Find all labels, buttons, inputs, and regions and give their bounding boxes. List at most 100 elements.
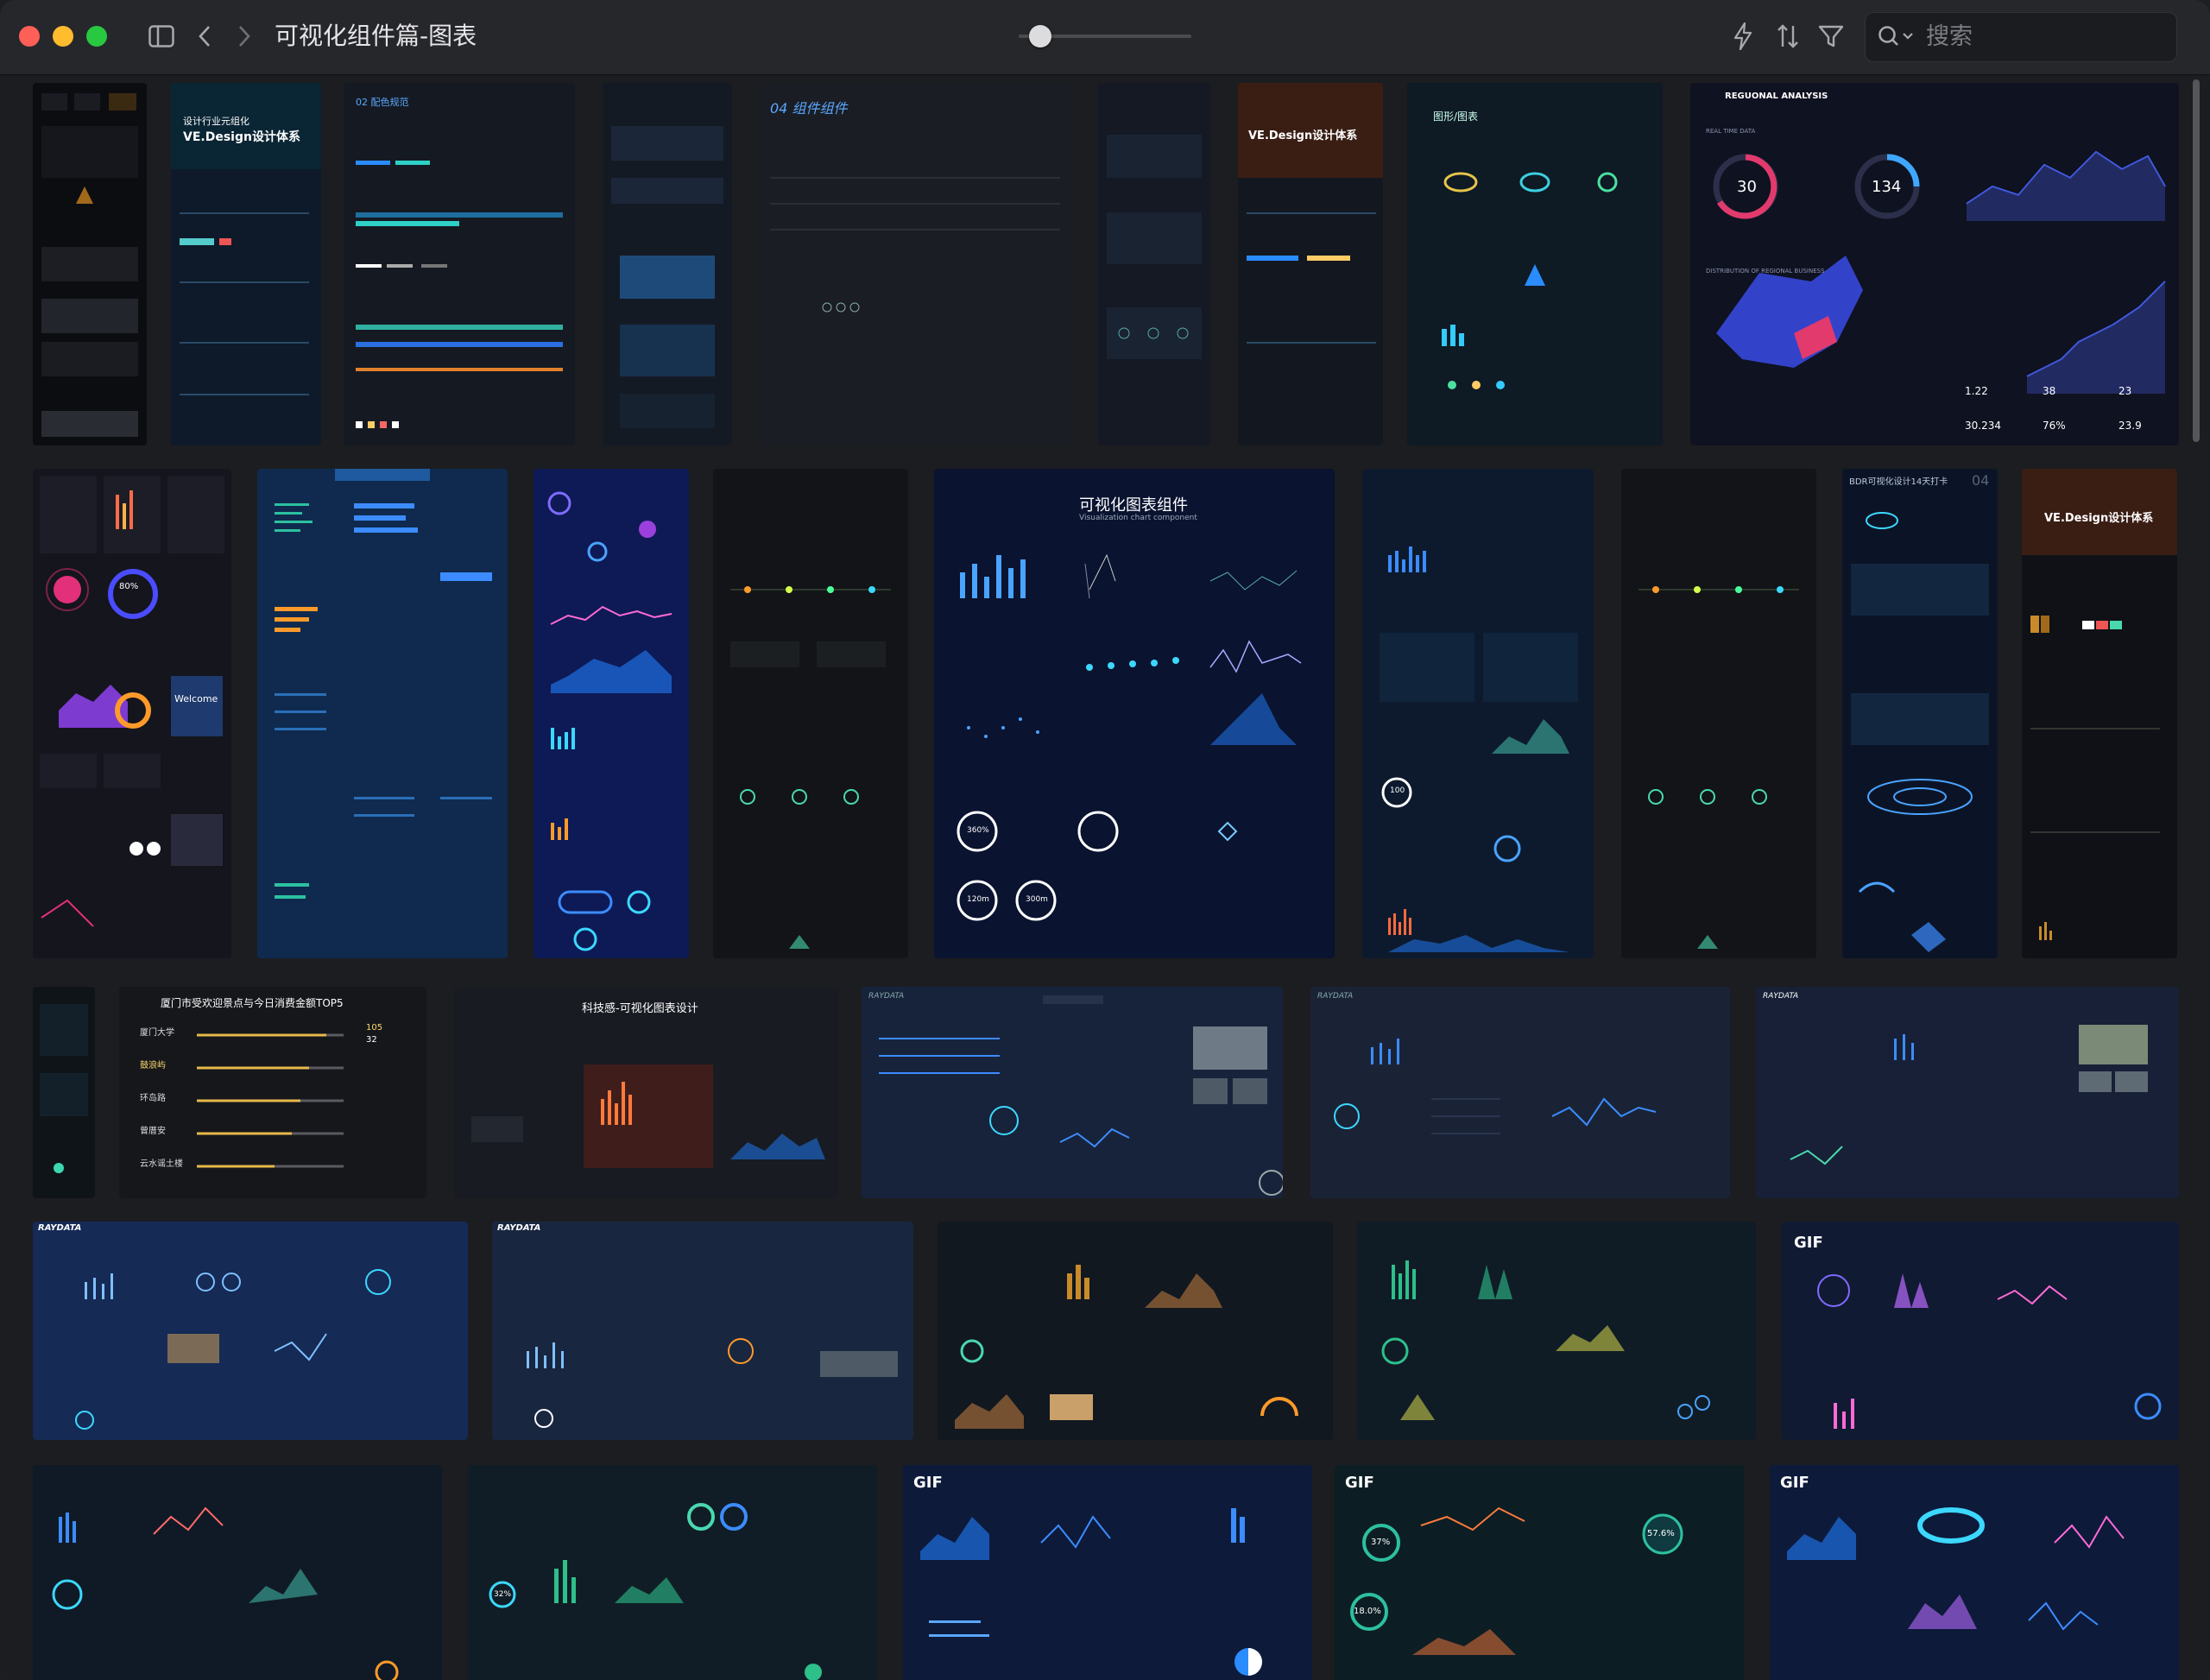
title-bar: 可视化组件篇-图表 搜索	[0, 0, 2210, 75]
thumb-title: 可视化图表组件	[1079, 496, 1188, 515]
close-window-button[interactable]	[19, 26, 40, 47]
rank-item-3: 环岛路	[140, 1094, 166, 1103]
vertical-scrollbar[interactable]	[2193, 79, 2200, 442]
bolt-icon[interactable]	[1730, 19, 1756, 54]
search-field[interactable]: 搜索	[1865, 12, 2177, 62]
thumbnail-13[interactable]	[713, 469, 908, 958]
stat-1: 1.22	[1965, 385, 1988, 397]
thumbnail-15[interactable]: 100	[1362, 469, 1594, 958]
thumbnail-30[interactable]	[33, 1465, 442, 1680]
thumb-label: 图形/图表	[1433, 111, 1479, 123]
search-icon	[1878, 26, 1913, 46]
thumbnail-12[interactable]	[534, 469, 689, 958]
thumb-sub: 设计行业元组化	[183, 116, 249, 127]
section-title: DISTRIBUTION OF REGIONAL BUSINESS	[1706, 268, 1825, 275]
ring-value-1: 37%	[1371, 1538, 1391, 1547]
ring-value: 32%	[494, 1590, 512, 1599]
rank-item-4: 曾厝安	[140, 1127, 166, 1136]
ring-value: 100	[1390, 786, 1405, 795]
thumbnail-32[interactable]: GIF	[903, 1465, 1312, 1680]
rank-item-5: 云水谣土楼	[140, 1159, 183, 1169]
stat-3: 23	[2118, 385, 2132, 397]
thumbnail-14[interactable]: 可视化图表组件 Visualization chart component 36…	[934, 469, 1335, 958]
gauge-value-2: 134	[1872, 178, 1902, 196]
sort-icon[interactable]	[1775, 19, 1801, 54]
thumbnail-26[interactable]: RAYDATA	[492, 1222, 913, 1440]
thumbnail-3[interactable]: 02 配色规范	[344, 83, 575, 445]
stat-6: 23.9	[2118, 420, 2142, 432]
thumb-brand: VE.Design设计体系	[1248, 129, 1358, 142]
rank-item-2: 鼓浪屿	[140, 1061, 166, 1071]
thumb-label: 02 配色规范	[356, 97, 409, 108]
thumbnail-20[interactable]: 厦门市受欢迎景点与今日消费金额TOP5 厦门大学 鼓浪屿 环岛路 曾厝安 云水谣…	[119, 987, 426, 1198]
thumbnail-16[interactable]	[1621, 469, 1816, 958]
sidebar-toggle-icon[interactable]	[145, 19, 178, 54]
thumbnail-4[interactable]	[603, 83, 732, 445]
ring-value-2: 18.0%	[1354, 1607, 1381, 1616]
thumb-subtitle: REAL TIME DATA	[1706, 128, 1756, 135]
thumb-welcome: Welcome	[174, 693, 218, 704]
ring-value-3: 57.6%	[1647, 1529, 1675, 1538]
thumbnail-25[interactable]: RAYDATA	[33, 1222, 468, 1440]
filter-icon[interactable]	[1816, 19, 1846, 54]
thumbnail-22[interactable]: RAYDATA	[862, 987, 1283, 1198]
thumbnail-29[interactable]: GIF	[1782, 1222, 2179, 1440]
raydata-logo: RAYDATA	[497, 1223, 541, 1233]
thumbnail-21[interactable]: 科技感-可视化图表设计	[454, 987, 839, 1198]
thumb-brand: VE.Design设计体系	[183, 130, 300, 144]
thumbnail-19[interactable]	[33, 987, 95, 1198]
app-window: 可视化组件篇-图表 搜索 设计行业元组化 VE.Design设计体系 02 配色…	[0, 0, 2210, 1680]
thumbnail-11[interactable]	[257, 469, 508, 958]
thumbnail-7[interactable]: VE.Design设计体系	[1238, 83, 1383, 445]
zoom-icon[interactable]	[1259, 1170, 1283, 1196]
thumbnail-17[interactable]: BDR可视化设计14天打卡 04	[1842, 469, 1998, 958]
thumbnail-31[interactable]: 32%	[468, 1465, 877, 1680]
thumbnail-23[interactable]: RAYDATA	[1310, 987, 1730, 1198]
thumb-brand: VE.Design设计体系	[2044, 512, 2154, 525]
thumbnail-2[interactable]: 设计行业元组化 VE.Design设计体系	[171, 83, 321, 445]
raydata-logo: RAYDATA	[38, 1223, 82, 1233]
thumbnail-10[interactable]: 80% Welcome	[33, 469, 231, 958]
zoom-window-button[interactable]	[86, 26, 107, 47]
thumb-label: 04 组件组件	[770, 100, 848, 117]
stat-5: 76%	[2043, 420, 2066, 432]
rank-value-a: 105	[366, 1023, 383, 1033]
search-placeholder: 搜索	[1926, 23, 1973, 50]
thumbnail-33[interactable]: GIF 37% 18.0% 57.6%	[1335, 1465, 1744, 1680]
thumb-title: 科技感-可视化图表设计	[582, 1002, 698, 1015]
rank-value-b: 32	[366, 1035, 377, 1045]
thumbnail-6[interactable]	[1098, 83, 1210, 445]
back-icon[interactable]	[192, 19, 218, 54]
gif-badge: GIF	[913, 1474, 943, 1492]
thumbnail-34[interactable]: GIF	[1770, 1465, 2179, 1680]
thumbnail-5[interactable]: 04 组件组件	[758, 83, 1074, 445]
thumbnail-18[interactable]: VE.Design设计体系	[2022, 469, 2177, 958]
thumbnail-27[interactable]	[938, 1222, 1333, 1440]
thumbnail-9[interactable]: REGUONAL ANALYSIS REAL TIME DATA 30 134 …	[1690, 83, 2179, 445]
thumbnail-1[interactable]	[33, 83, 147, 445]
stat-2: 38	[2043, 385, 2056, 397]
thumbnail-24[interactable]: RAYDATA	[1756, 987, 2179, 1198]
thumb-title: REGUONAL ANALYSIS	[1725, 92, 1828, 101]
thumb-title: BDR可视化设计14天打卡	[1849, 477, 1948, 487]
raydata-logo: RAYDATA	[1763, 992, 1799, 1001]
thumb-title: 厦门市受欢迎景点与今日消费金额TOP5	[161, 997, 344, 1009]
rank-item-1: 厦门大学	[140, 1028, 174, 1038]
zoom-slider-handle[interactable]	[1029, 25, 1051, 47]
ring-value-2: 120m	[967, 895, 989, 904]
ring-value-3: 300m	[1026, 895, 1048, 904]
thumb-number: 04	[1972, 472, 1990, 489]
gif-badge: GIF	[1794, 1234, 1823, 1252]
ring-value-1: 360%	[967, 826, 989, 835]
gif-badge: GIF	[1345, 1474, 1374, 1492]
thumbnail-28[interactable]	[1357, 1222, 1756, 1440]
thumb-subtitle: Visualization chart component	[1079, 514, 1197, 522]
gif-badge: GIF	[1780, 1474, 1809, 1492]
minimize-window-button[interactable]	[53, 26, 73, 47]
thumbnail-8[interactable]: 图形/图表	[1407, 83, 1663, 445]
forward-icon[interactable]	[231, 19, 257, 54]
stat-4: 30.234	[1965, 420, 2001, 432]
window-title: 可视化组件篇-图表	[275, 22, 477, 50]
gauge-value-1: 30	[1737, 178, 1757, 196]
thumb-pct: 80%	[119, 582, 139, 591]
